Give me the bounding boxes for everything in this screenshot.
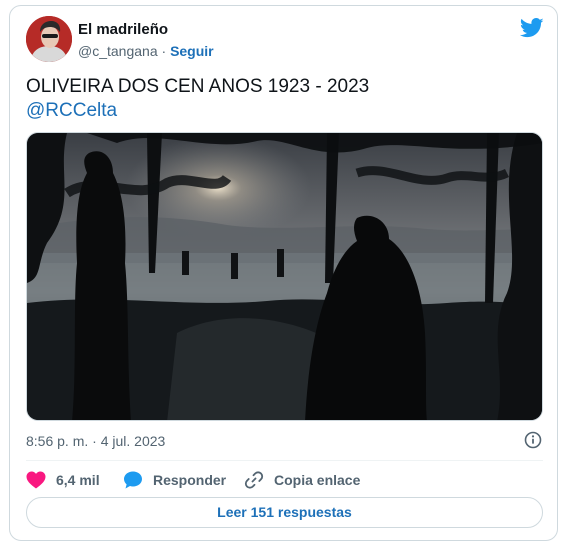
- info-icon[interactable]: [524, 431, 542, 449]
- speech-bubble-icon: [124, 471, 142, 489]
- tweet-timestamp[interactable]: 8:56 p. m. · 4 jul. 2023: [26, 433, 165, 449]
- author-name[interactable]: El madrileño: [78, 21, 168, 38]
- copy-link-button[interactable]: Copia enlace: [244, 469, 360, 491]
- heart-icon: [26, 471, 46, 489]
- tweet-media[interactable]: [26, 132, 543, 421]
- follow-link[interactable]: Seguir: [170, 43, 214, 59]
- reply-button[interactable]: Responder: [123, 469, 226, 491]
- link-icon: [244, 471, 264, 489]
- divider: [26, 460, 543, 461]
- avatar[interactable]: [26, 16, 72, 62]
- twitter-bird-icon[interactable]: [519, 18, 544, 38]
- action-bar: 6,4 mil Responder Copia enlace: [26, 469, 543, 491]
- author-handle[interactable]: @c_tangana: [78, 43, 158, 59]
- author-handle-row: @c_tangana · Seguir: [78, 43, 214, 59]
- media-image: [27, 133, 542, 420]
- tweet-card: El madrileño @c_tangana · Seguir OLIVEIR…: [9, 5, 558, 541]
- reply-label: Responder: [153, 472, 227, 488]
- like-button[interactable]: 6,4 mil: [26, 469, 100, 491]
- copy-link-label: Copia enlace: [274, 472, 361, 488]
- read-replies-button[interactable]: Leer 151 respuestas: [26, 497, 543, 528]
- avatar-image: [26, 16, 72, 62]
- separator-dot: ·: [161, 43, 167, 59]
- mention-link[interactable]: @RCCelta: [26, 99, 117, 123]
- tweet-text: OLIVEIRA DOS CEN ANOS 1923 - 2023: [26, 76, 370, 97]
- like-count: 6,4 mil: [56, 472, 100, 488]
